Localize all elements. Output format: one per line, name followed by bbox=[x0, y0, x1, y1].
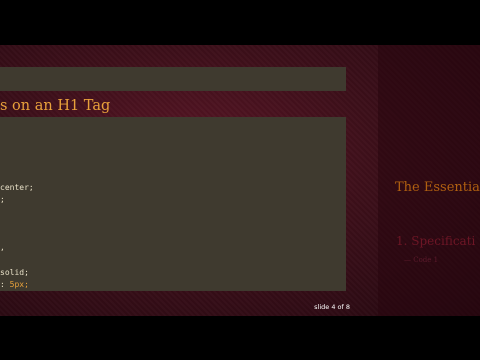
code-line: center; bbox=[0, 183, 34, 192]
slide-title: s on an H1 Tag bbox=[0, 98, 111, 114]
slide-number: slide 4 of 8 bbox=[314, 303, 350, 311]
sidebar-spec-title: 1. Specificati bbox=[396, 234, 476, 248]
code-line: solid; bbox=[0, 268, 29, 277]
code-number: 5px; bbox=[9, 280, 29, 289]
code-line: ; bbox=[0, 195, 5, 204]
code-block: center; ; , solid; : 5px; bbox=[0, 117, 346, 291]
slide-top-bar bbox=[0, 67, 346, 91]
sidebar-sub-item: — Code 1 bbox=[404, 256, 439, 264]
code-line: , bbox=[0, 243, 5, 252]
slide-stage: s on an H1 Tag center; ; , solid; : 5px;… bbox=[0, 45, 480, 316]
sidebar-section-title: The Essentia bbox=[395, 180, 480, 195]
code-line: : 5px; bbox=[0, 280, 29, 289]
